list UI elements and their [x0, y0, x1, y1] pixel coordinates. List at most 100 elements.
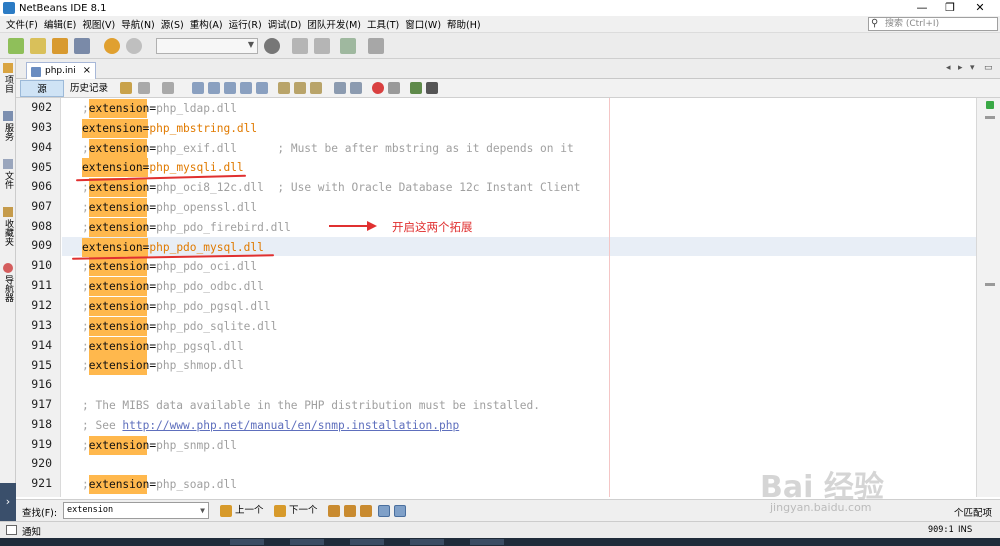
- match-case-icon[interactable]: [360, 505, 372, 517]
- last-edit-icon[interactable]: [120, 82, 132, 94]
- highlight-results-icon[interactable]: [344, 505, 356, 517]
- directive-value: php_ldap.dll: [156, 102, 237, 115]
- line-number: 917: [31, 397, 52, 411]
- shift-right-icon[interactable]: [350, 82, 362, 94]
- toggle-bookmark-icon[interactable]: [310, 82, 322, 94]
- tab-scroll-right-icon[interactable]: ▸: [958, 63, 963, 73]
- back-icon[interactable]: [138, 82, 150, 94]
- taskbar-item[interactable]: [410, 539, 444, 545]
- menu-refactor[interactable]: 重构(A): [187, 17, 226, 31]
- run-icon[interactable]: [340, 38, 356, 54]
- code-line[interactable]: ;extension=php_shmop.dll: [82, 356, 244, 375]
- undo-icon[interactable]: [104, 38, 120, 54]
- find-previous-icon[interactable]: [208, 82, 220, 94]
- toggle-highlight-icon[interactable]: [240, 82, 252, 94]
- comment-text: ; Must be after mbstring as it depends o…: [236, 141, 574, 155]
- menu-run[interactable]: 运行(R): [226, 17, 265, 31]
- source-tab-button[interactable]: 源: [20, 80, 64, 97]
- chevron-down-icon[interactable]: ▼: [200, 503, 205, 518]
- code-line[interactable]: ; The MIBS data available in the PHP dis…: [82, 396, 540, 415]
- globe-icon[interactable]: [264, 38, 280, 54]
- code-line[interactable]: ; See http://www.php.net/manual/en/snmp.…: [82, 416, 459, 435]
- taskbar-item[interactable]: [230, 539, 264, 545]
- code-line[interactable]: ;extension=php_exif.dll ; Must be after …: [82, 139, 574, 158]
- new-project-icon[interactable]: [8, 38, 24, 54]
- stop-macro-icon[interactable]: [388, 82, 400, 94]
- save-all-icon[interactable]: [74, 38, 90, 54]
- clean-build-icon[interactable]: [314, 38, 330, 54]
- find-input[interactable]: extension ▼: [63, 502, 209, 519]
- find-previous-button[interactable]: 上一个: [220, 504, 264, 518]
- close-tab-icon[interactable]: ×: [83, 65, 91, 76]
- code-line[interactable]: ;extension=php_pgsql.dll: [82, 337, 244, 356]
- taskbar-item[interactable]: [350, 539, 384, 545]
- regex-icon[interactable]: [394, 505, 406, 517]
- code-line[interactable]: ;extension=php_pdo_pgsql.dll: [82, 297, 271, 316]
- code-line[interactable]: ;extension=php_snmp.dll: [82, 436, 237, 455]
- menu-help[interactable]: 帮助(H): [444, 17, 484, 31]
- menu-edit[interactable]: 编辑(E): [41, 17, 79, 31]
- open-project-icon[interactable]: [52, 38, 68, 54]
- menu-navigate[interactable]: 导航(N): [118, 17, 158, 31]
- debug-icon[interactable]: [368, 38, 384, 54]
- code-line[interactable]: ;extension=php_ldap.dll: [82, 99, 237, 118]
- find-next-icon[interactable]: [224, 82, 236, 94]
- menu-window[interactable]: 窗口(W): [402, 17, 444, 31]
- find-next-button[interactable]: 下一个: [274, 504, 318, 518]
- comment-marker: ;: [82, 102, 89, 115]
- code-line[interactable]: ;extension=php_pdo_odbc.dll: [82, 277, 264, 296]
- uncomment-icon[interactable]: [426, 82, 438, 94]
- tab-php-ini[interactable]: php.ini ×: [26, 62, 96, 79]
- find-selection-icon[interactable]: [192, 82, 204, 94]
- code-line[interactable]: ;extension=php_pdo_firebird.dll: [82, 218, 291, 237]
- code-line[interactable]: ;extension=php_pdo_sqlite.dll: [82, 317, 277, 336]
- code-editor[interactable]: ;extension=php_ldap.dll extension=php_mbs…: [62, 98, 976, 497]
- taskbar-item[interactable]: [290, 539, 324, 545]
- code-line[interactable]: ;extension=php_oci8_12c.dll ; Use with O…: [82, 178, 580, 197]
- menu-source[interactable]: 源(S): [158, 17, 187, 31]
- close-window-button[interactable]: ✕: [964, 0, 996, 16]
- red-arrow-line: [329, 225, 369, 227]
- notification-icon[interactable]: [6, 525, 17, 535]
- search-input[interactable]: ⚲ 搜索 (Ctrl+I): [868, 17, 998, 31]
- code-line[interactable]: ;extension=php_pdo_oci.dll: [82, 257, 257, 276]
- toggle-rect-select-icon[interactable]: [256, 82, 268, 94]
- select-all-icon[interactable]: [328, 505, 340, 517]
- side-tab-services[interactable]: 服务: [2, 111, 14, 141]
- next-bookmark-icon[interactable]: [294, 82, 306, 94]
- match-count: 个匹配项: [953, 508, 992, 519]
- code-line[interactable]: ;extension=php_soap.dll: [82, 475, 237, 494]
- whole-words-icon[interactable]: [378, 505, 390, 517]
- taskbar-item[interactable]: [470, 539, 504, 545]
- menu-debug[interactable]: 调试(D): [265, 17, 305, 31]
- code-line[interactable]: ;extension=php_openssl.dll: [82, 198, 257, 217]
- config-combo[interactable]: ▼: [156, 38, 258, 54]
- restore-button[interactable]: ❐: [934, 0, 966, 16]
- menu-view[interactable]: 视图(V): [79, 17, 118, 31]
- comment-icon[interactable]: [410, 82, 422, 94]
- code-line[interactable]: extension=php_mbstring.dll: [82, 119, 257, 138]
- scroll-position-mark[interactable]: [985, 283, 995, 286]
- side-tab-favorites[interactable]: 收藏夹: [2, 207, 14, 246]
- menu-tools[interactable]: 工具(T): [364, 17, 402, 31]
- shift-left-icon[interactable]: [334, 82, 346, 94]
- side-tab-navigator[interactable]: 导航器: [2, 263, 14, 302]
- menu-team[interactable]: 团队开发(M): [304, 17, 364, 31]
- side-tab-files[interactable]: 文件: [2, 159, 14, 189]
- redo-icon[interactable]: [126, 38, 142, 54]
- new-file-icon[interactable]: [30, 38, 46, 54]
- stripe-mark: [985, 116, 995, 119]
- side-tab-projects[interactable]: 项目: [2, 63, 14, 93]
- forward-icon[interactable]: [162, 82, 174, 94]
- maximize-editor-icon[interactable]: ▭: [984, 63, 993, 73]
- expand-panel-button[interactable]: ›: [0, 483, 16, 521]
- prev-bookmark-icon[interactable]: [278, 82, 290, 94]
- build-icon[interactable]: [292, 38, 308, 54]
- menu-file[interactable]: 文件(F): [3, 17, 41, 31]
- record-macro-icon[interactable]: [372, 82, 384, 94]
- error-stripe-scrollbar[interactable]: [976, 98, 1000, 497]
- code-line[interactable]: extension=php_pdo_mysql.dll: [82, 238, 264, 257]
- history-tab-button[interactable]: 历史记录: [66, 80, 112, 97]
- tab-list-icon[interactable]: ▾: [970, 63, 975, 73]
- tab-scroll-left-icon[interactable]: ◂: [946, 63, 951, 73]
